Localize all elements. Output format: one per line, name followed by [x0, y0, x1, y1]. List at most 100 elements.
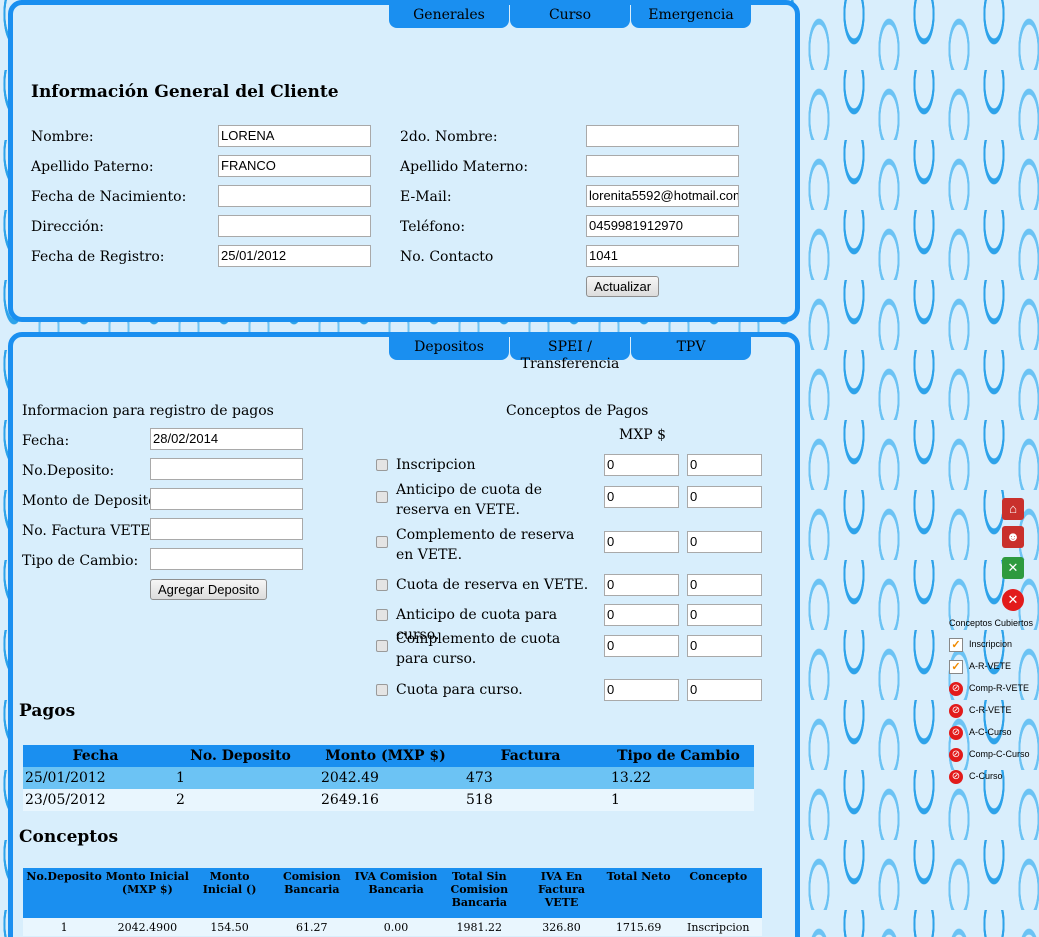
tab-depositos[interactable]: Depositos — [389, 336, 509, 360]
prohibited-icon: ⊘ — [949, 681, 963, 696]
email-input[interactable]: lorenita5592@hotmail.com — [586, 185, 739, 207]
agregar-deposito-button[interactable]: Agregar Deposito — [150, 579, 268, 600]
concept-amount-input[interactable]: 0 — [604, 574, 679, 596]
tab-spei-line2: Transferencia — [520, 356, 620, 372]
email-label: E-Mail: — [400, 189, 452, 205]
col-comision: Comision Bancaria — [269, 868, 354, 918]
cell: 2042.49 — [313, 767, 458, 789]
table-row[interactable]: 23/05/2012 2 2649.16 518 1 — [23, 789, 754, 811]
coverage-title: Conceptos Cubiertos — [949, 618, 1034, 628]
concept-amount-input-2[interactable]: 0 — [687, 635, 762, 657]
fecha-label: Fecha: — [22, 433, 70, 449]
concept-amount-input[interactable]: 0 — [604, 454, 679, 476]
actualizar-button[interactable]: Actualizar — [586, 276, 660, 297]
no-contacto-input[interactable]: 1041 — [586, 245, 739, 267]
cell: 1715.69 — [602, 918, 675, 936]
col-iva-comision: IVA Comision Bancaria — [353, 868, 439, 918]
no-deposito-input[interactable] — [150, 458, 303, 480]
tipo-cambio-label: Tipo de Cambio: — [22, 553, 139, 569]
table-row[interactable]: 1 2042.4900 154.50 61.27 0.00 1981.22 32… — [23, 918, 762, 936]
prohibited-icon: ⊘ — [949, 703, 963, 718]
coverage-item-label: A-R-VETE — [969, 661, 1012, 671]
tab-generales[interactable]: Generales — [389, 4, 509, 28]
cell: 473 — [458, 767, 603, 789]
pagos-table: Fecha No. Deposito Monto (MXP $) Factura… — [23, 745, 754, 811]
col-total-sin-comision: Total Sin Comision Bancaria — [438, 868, 521, 918]
concept-amount-input-2[interactable]: 0 — [687, 679, 762, 701]
tab-spei-transferencia[interactable]: SPEI / Transferencia — [510, 336, 630, 371]
cell: 2042.4900 — [105, 918, 190, 936]
fecha-registro-input[interactable]: 25/01/2012 — [218, 245, 371, 267]
cell: 1 — [603, 789, 754, 811]
payment-tabs: Depositos SPEI / Transferencia TPV — [389, 336, 752, 371]
close-icon[interactable]: ✕ — [1002, 589, 1024, 611]
concept-amount-input[interactable]: 0 — [604, 486, 679, 508]
cell: 61.27 — [269, 918, 354, 936]
col-concepto: Concepto — [674, 868, 762, 918]
coverage-item: ⊘ Comp-C-Curso — [949, 746, 1030, 762]
concept-checkbox[interactable] — [376, 684, 388, 696]
form-title: Informacion para registro de pagos — [22, 403, 274, 419]
fecha-input[interactable]: 28/02/2014 — [150, 428, 303, 450]
cell: 518 — [458, 789, 603, 811]
telefono-input[interactable]: 0459981912970 — [586, 215, 739, 237]
cell: 13.22 — [603, 767, 754, 789]
concept-checkbox[interactable] — [376, 459, 388, 471]
concept-amount-input[interactable]: 0 — [604, 679, 679, 701]
concept-checkbox[interactable] — [376, 609, 388, 621]
concept-amount-input-2[interactable]: 0 — [687, 604, 762, 626]
home-icon[interactable]: ⌂ — [1002, 498, 1024, 520]
pagos-title: Pagos — [19, 701, 76, 721]
excel-icon[interactable]: ✕ — [1002, 557, 1024, 579]
concept-label: Inscripcion — [396, 457, 476, 473]
tab-spei-line1: SPEI / — [548, 339, 592, 355]
user-icon[interactable]: ☻ — [1002, 526, 1024, 548]
tab-tpv[interactable]: TPV — [631, 336, 751, 360]
telefono-label: Teléfono: — [400, 219, 466, 235]
cell: 25/01/2012 — [23, 767, 168, 789]
concept-checkbox[interactable] — [376, 491, 388, 503]
concept-amount-input-2[interactable]: 0 — [687, 454, 762, 476]
factura-input[interactable] — [150, 518, 303, 540]
concept-checkbox[interactable] — [376, 640, 388, 652]
col-no-deposito: No.Deposito — [23, 868, 106, 918]
currency-header: MXP $ — [619, 427, 667, 443]
apellido-materno-input[interactable] — [586, 155, 739, 177]
nombre-label: Nombre: — [31, 129, 94, 145]
coverage-item: ⊘ C-R-VETE — [949, 702, 1012, 718]
monto-label: Monto de Deposito: — [22, 493, 162, 509]
concept-amount-input-2[interactable]: 0 — [687, 486, 762, 508]
pagos-col-monto: Monto (MXP $) — [313, 745, 458, 767]
concept-amount-input[interactable]: 0 — [604, 531, 679, 553]
cell: 326.80 — [520, 918, 603, 936]
table-row[interactable]: 25/01/2012 1 2042.49 473 13.22 — [23, 767, 754, 789]
concept-label: Complemento de cuota para curso. — [396, 631, 561, 667]
segundo-nombre-input[interactable] — [586, 125, 739, 147]
no-contacto-label: No. Contacto — [400, 249, 494, 265]
pagos-col-factura: Factura — [458, 745, 603, 767]
nombre-input[interactable]: LORENA — [218, 125, 371, 147]
concept-label: Complemento de reserva en VETE. — [396, 527, 575, 563]
prohibited-icon: ⊘ — [949, 747, 963, 762]
tab-emergencia[interactable]: Emergencia — [631, 4, 751, 28]
cell: 154.50 — [189, 918, 270, 936]
apellido-materno-label: Apellido Materno: — [400, 159, 529, 175]
cell: 1 — [23, 918, 106, 936]
concept-amount-input-2[interactable]: 0 — [687, 574, 762, 596]
concept-checkbox[interactable] — [376, 536, 388, 548]
concept-amount-input-2[interactable]: 0 — [687, 531, 762, 553]
coverage-item-label: A-C-Curso — [969, 727, 1012, 737]
tipo-cambio-input[interactable] — [150, 548, 303, 570]
concepts-title: Conceptos de Pagos — [506, 403, 649, 419]
direccion-input[interactable] — [218, 215, 371, 237]
cell: 1 — [168, 767, 313, 789]
cell: 23/05/2012 — [23, 789, 168, 811]
monto-input[interactable] — [150, 488, 303, 510]
tab-curso[interactable]: Curso — [510, 4, 630, 28]
concept-amount-input[interactable]: 0 — [604, 604, 679, 626]
concept-amount-input[interactable]: 0 — [604, 635, 679, 657]
fecha-nacimiento-input[interactable] — [218, 185, 371, 207]
concept-checkbox[interactable] — [376, 579, 388, 591]
apellido-paterno-input[interactable]: FRANCO — [218, 155, 371, 177]
concept-label: Cuota para curso. — [396, 682, 523, 698]
